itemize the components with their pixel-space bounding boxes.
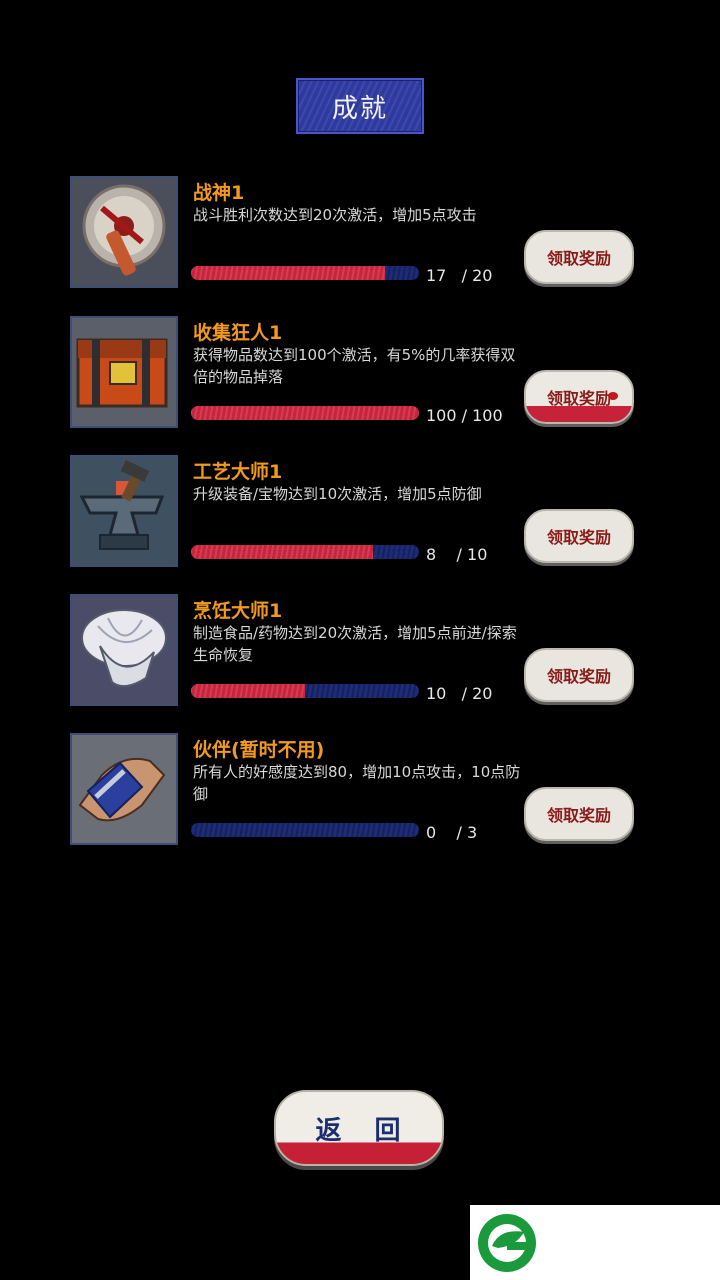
progress-count: 0 / 3: [426, 823, 478, 842]
progress-fill: [191, 266, 385, 280]
progress-total: 100: [472, 406, 503, 425]
progress-count: 100 / 100: [426, 406, 503, 425]
achievement-description: 制造食品/药物达到20次激活，增加5点前进/探索生命恢复: [193, 624, 517, 664]
leaf-logo-icon: [478, 1214, 536, 1272]
progress-total: 20: [472, 684, 493, 703]
achievement-name: 收集狂人1: [193, 322, 283, 344]
claim-reward-button[interactable]: 领取奖励: [524, 787, 634, 841]
progress-bar: [191, 545, 419, 559]
blood-splatter: [608, 392, 618, 400]
anvil-icon: [70, 455, 178, 567]
achievement-description: 战斗胜利次数达到20次激活，增加5点攻击: [193, 206, 477, 224]
claim-reward-button[interactable]: 领取奖励: [524, 648, 634, 702]
saw-blade-icon: [70, 176, 178, 288]
claim-reward-label: 领取奖励: [546, 528, 611, 547]
handshake-icon: [70, 733, 178, 845]
claim-reward-label: 领取奖励: [546, 249, 611, 268]
achievement-description: 升级装备/宝物达到10次激活，增加5点防御: [193, 485, 482, 503]
progress-total: 20: [472, 266, 493, 285]
chef-hat-icon: [70, 594, 178, 706]
back-button-label: 返 回: [315, 1115, 413, 1146]
achievement-description: 获得物品数达到100个激活，有5%的几率获得双倍的物品掉落: [193, 346, 516, 386]
claim-reward-button[interactable]: 领取奖励: [524, 230, 634, 284]
progress-current: 0: [426, 823, 437, 842]
achievement-row: 伙伴(暂时不用) 所有人的好感度达到80，增加10点攻击，10点防御 0 / 3…: [0, 733, 720, 853]
claim-reward-label: 领取奖励: [546, 389, 611, 408]
achievement-description: 所有人的好感度达到80，增加10点攻击，10点防御: [193, 763, 521, 803]
achievement-name: 工艺大师1: [193, 461, 283, 483]
progress-current: 17: [426, 266, 447, 285]
claim-reward-label: 领取奖励: [546, 806, 611, 825]
back-button[interactable]: 返 回: [274, 1090, 444, 1166]
achievement-row: 收集狂人1 获得物品数达到100个激活，有5%的几率获得双倍的物品掉落 100 …: [0, 316, 720, 436]
progress-fill: [191, 684, 305, 698]
page-title-banner: 成就: [296, 78, 424, 134]
progress-bar: [191, 823, 419, 837]
progress-current: 8: [426, 545, 437, 564]
achievement-name: 伙伴(暂时不用): [193, 739, 325, 761]
claim-reward-label: 领取奖励: [546, 667, 611, 686]
progress-bar: [191, 266, 419, 280]
progress-current: 100: [426, 406, 457, 425]
progress-count: 17 / 20: [426, 266, 493, 285]
progress-bar: [191, 684, 419, 698]
page-title: 成就: [331, 93, 388, 124]
progress-fill: [191, 406, 419, 420]
achievement-row: 烹饪大师1 制造食品/药物达到20次激活，增加5点前进/探索生命恢复 10 / …: [0, 594, 720, 714]
progress-total: 3: [467, 823, 478, 842]
progress-count: 10 / 20: [426, 684, 493, 703]
progress-fill: [191, 545, 374, 559]
progress-count: 8 / 10: [426, 545, 488, 564]
achievement-name: 烹饪大师1: [193, 600, 283, 622]
treasure-chest-icon: [70, 316, 178, 428]
claim-reward-button[interactable]: 领取奖励: [524, 370, 634, 424]
achievement-row: 战神1 战斗胜利次数达到20次激活，增加5点攻击 17 / 20 领取奖励: [0, 176, 720, 296]
claim-reward-button[interactable]: 领取奖励: [524, 509, 634, 563]
progress-bar: [191, 406, 419, 420]
progress-current: 10: [426, 684, 447, 703]
achievement-name: 战神1: [193, 182, 245, 204]
achievement-row: 工艺大师1 升级装备/宝物达到10次激活，增加5点防御 8 / 10 领取奖励: [0, 455, 720, 575]
progress-total: 10: [467, 545, 488, 564]
